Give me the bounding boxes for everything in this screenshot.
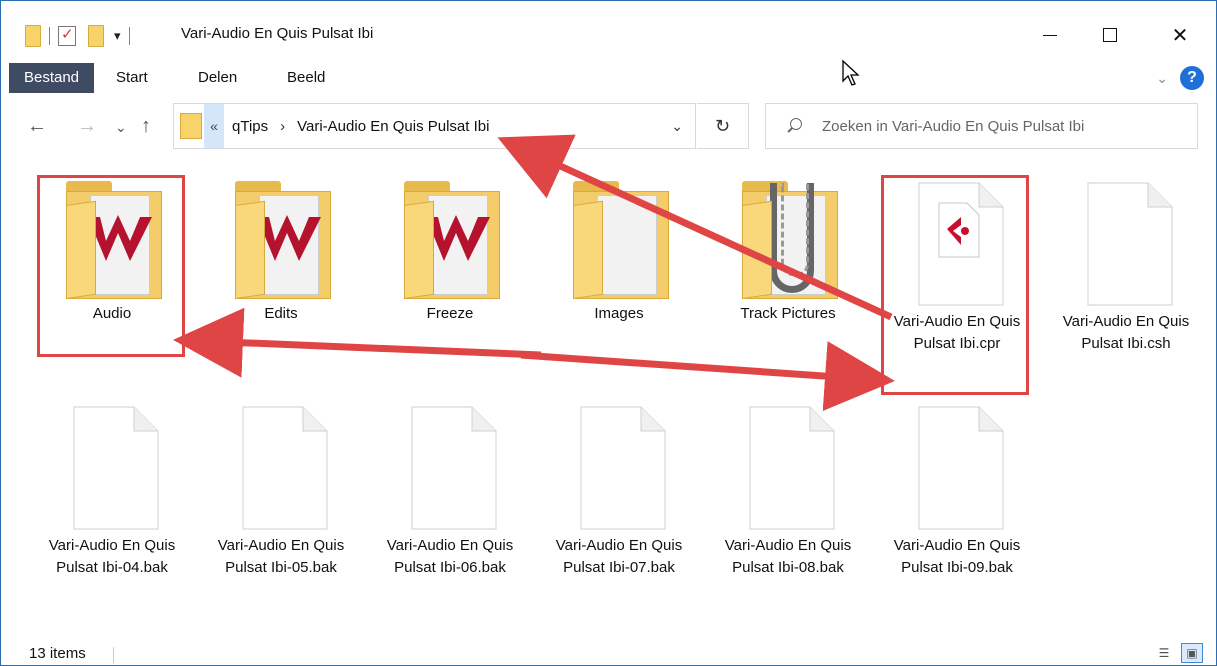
quick-access-toolbar: ▾ [25,23,138,49]
item-count: 13 items [29,645,86,662]
blank-file-icon [909,405,1005,531]
folder-item-track-pictures[interactable]: Track Pictures [713,181,863,325]
close-button[interactable]: ✕ [1157,15,1203,55]
mouse-cursor-icon [842,59,860,86]
item-label: Vari-Audio En Quis Pulsat Ibi-04.bak [48,537,176,576]
search-icon [786,117,804,135]
overflow-crumbs-button[interactable]: « [204,104,224,148]
address-bar[interactable]: « qTips › Vari-Audio En Quis Pulsat Ibi … [173,103,696,149]
file-item-bak-09[interactable]: Vari-Audio En Quis Pulsat Ibi-09.bak [882,405,1032,579]
file-item-bak-04[interactable]: Vari-Audio En Quis Pulsat Ibi-04.bak [37,405,187,579]
maximize-button[interactable] [1087,15,1133,55]
toolbar-separator [49,27,50,45]
tab-beeld[interactable]: Beeld [287,63,325,93]
maximize-icon [1103,28,1117,42]
ribbon-controls: ⌄ ? [1156,66,1204,90]
blank-file-icon [571,405,667,531]
blank-file-icon [233,405,329,531]
title-bar: ▾ Vari-Audio En Quis Pulsat Ibi ✕ [1,1,1216,63]
arrow-to-cpr [520,341,895,412]
breadcrumb-separator[interactable]: › [280,118,285,135]
item-label: Vari-Audio En Quis Pulsat Ibi-06.bak [386,537,514,576]
item-label: Vari-Audio En Quis Pulsat Ibi-07.bak [555,537,683,576]
forward-button[interactable]: → [77,115,97,138]
ribbon-tabs: Bestand Start Delen Beeld ⌄ ? [1,63,1216,93]
refresh-button[interactable]: ↻ [697,103,749,149]
recent-locations-button[interactable]: ⌄ [115,119,127,136]
toolbar-separator [128,27,130,45]
horseshoe-folder-icon [736,181,840,299]
search-box[interactable]: Zoeken in Vari-Audio En Quis Pulsat Ibi [765,103,1198,149]
large-icons-view-icon[interactable]: ▣ [1181,643,1203,663]
status-bar: 13 items ☰ ▣ [1,641,1216,665]
folder-item-freeze[interactable]: Freeze [375,181,525,325]
file-item-csh[interactable]: Vari-Audio En Quis Pulsat Ibi.csh [1051,181,1201,355]
breadcrumb-current-folder[interactable]: Vari-Audio En Quis Pulsat Ibi [297,118,489,135]
address-history-dropdown[interactable]: ⌄ [671,118,683,135]
tab-start[interactable]: Start [116,63,148,93]
help-icon[interactable]: ? [1180,66,1204,90]
minimize-button[interactable] [1027,15,1073,55]
customize-toolbar-dropdown[interactable]: ▾ [114,28,121,44]
file-item-bak-05[interactable]: Vari-Audio En Quis Pulsat Ibi-05.bak [206,405,356,579]
annotation-highlight-audio [37,175,185,357]
minimize-icon [1043,34,1057,36]
item-label: Images [594,305,644,322]
wavelab-folder-icon [398,181,502,299]
item-label: Vari-Audio En Quis Pulsat Ibi-05.bak [217,537,345,576]
details-view-icon[interactable]: ☰ [1153,643,1175,663]
status-separator [113,647,114,663]
tab-bestand[interactable]: Bestand [9,63,94,93]
window-title: Vari-Audio En Quis Pulsat Ibi [181,25,374,42]
item-label: Track Pictures [740,305,836,322]
search-placeholder: Zoeken in Vari-Audio En Quis Pulsat Ibi [822,117,1085,135]
properties-icon[interactable] [58,25,76,46]
tab-delen[interactable]: Delen [198,63,237,93]
back-button[interactable]: ← [27,115,47,138]
item-label: Vari-Audio En Quis Pulsat Ibi-08.bak [724,537,852,576]
item-label: Edits [264,305,298,322]
folder-item-images[interactable]: Images [544,181,694,325]
blank-file-icon [1078,181,1174,307]
file-explorer-window: ▾ Vari-Audio En Quis Pulsat Ibi ✕ Bestan… [0,0,1217,666]
folder-icon [180,113,202,139]
blank-file-icon [402,405,498,531]
up-button[interactable]: ↑ [141,115,151,138]
file-item-bak-08[interactable]: Vari-Audio En Quis Pulsat Ibi-08.bak [713,405,863,579]
blank-file-icon [64,405,160,531]
breadcrumb-qtips[interactable]: qTips [232,118,268,135]
new-folder-icon[interactable] [88,25,104,47]
file-item-bak-07[interactable]: Vari-Audio En Quis Pulsat Ibi-07.bak [544,405,694,579]
folder-icon[interactable] [25,25,41,47]
expand-ribbon-icon[interactable]: ⌄ [1156,70,1168,87]
item-label: Freeze [426,305,474,322]
item-label: Vari-Audio En Quis Pulsat Ibi-09.bak [893,537,1021,576]
blank-file-icon [740,405,836,531]
folder-item-edits[interactable]: Edits [206,181,356,325]
arrow-to-audio [173,307,542,378]
folder-icon [567,181,671,299]
item-label: Vari-Audio En Quis Pulsat Ibi.csh [1062,313,1190,352]
file-item-bak-06[interactable]: Vari-Audio En Quis Pulsat Ibi-06.bak [375,405,525,579]
wavelab-folder-icon [229,181,333,299]
annotation-highlight-cpr [881,175,1029,395]
